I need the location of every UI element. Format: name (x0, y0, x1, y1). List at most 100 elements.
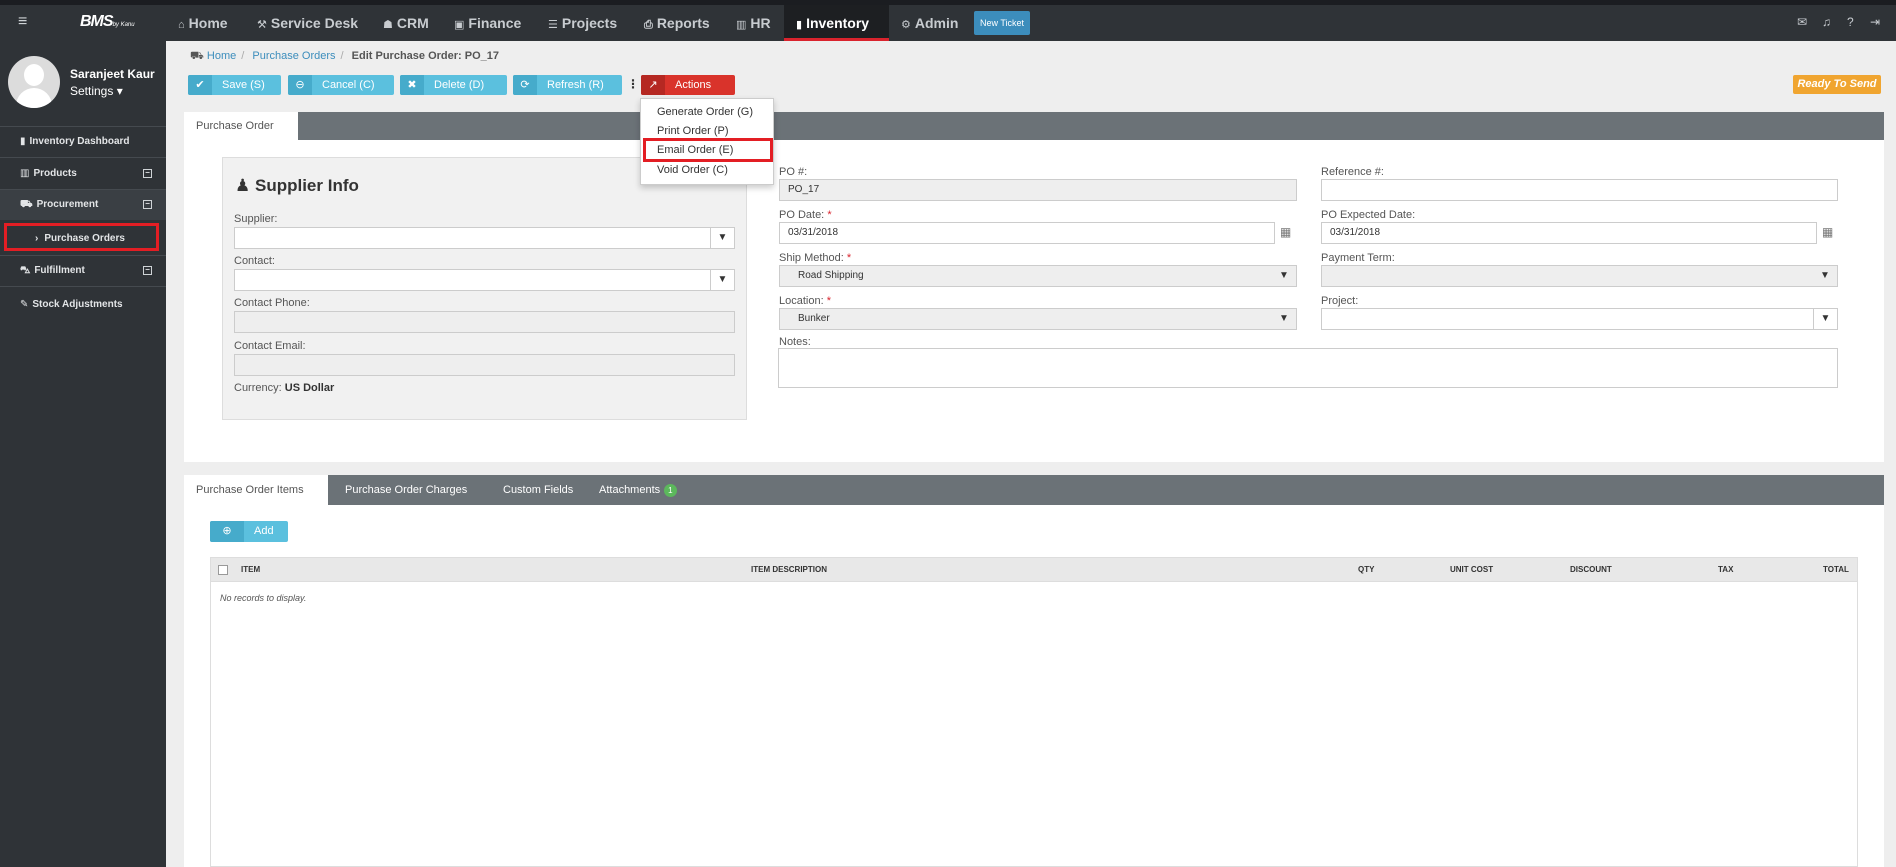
currency-label: Currency: (234, 382, 282, 394)
tab-purchase-order-charges[interactable]: Purchase Order Charges (333, 475, 479, 505)
add-label: Add (254, 525, 274, 537)
nav-label: Home (188, 15, 228, 31)
sidebar: Saranjeet Kaur Settings ▾ ▮ Inventory Das… (0, 41, 166, 867)
nav-label: HR (750, 15, 771, 31)
sidebar-item-fulfillment[interactable]: ⛍ Fulfillment − (0, 256, 166, 286)
hamburger-menu-icon[interactable]: ≡ (18, 13, 27, 31)
breadcrumb-home[interactable]: Home (207, 50, 236, 62)
column-header-item-description[interactable]: ITEM DESCRIPTION (751, 558, 827, 582)
nav-label: Service Desk (270, 15, 359, 31)
tab-custom-fields[interactable]: Custom Fields (491, 475, 585, 505)
chevron-down-icon[interactable]: ▼ (1272, 309, 1296, 329)
nav-crm[interactable]: ☗ CRM (383, 5, 429, 41)
ship-method-value: Road Shipping (798, 270, 864, 281)
chevron-down-icon[interactable]: ▼ (1813, 309, 1837, 329)
collapse-toggle-icon[interactable]: − (143, 266, 152, 275)
column-header-item[interactable]: ITEM (241, 558, 260, 582)
bell-icon[interactable]: ♫ (1822, 15, 1831, 29)
collapse-toggle-icon[interactable]: − (143, 169, 152, 178)
menu-item-generate-order[interactable]: Generate Order (G) (641, 103, 775, 121)
plus-circle-icon: ⊕ (210, 521, 244, 542)
sidebar-item-inventory-dashboard[interactable]: ▮ Inventory Dashboard (0, 127, 166, 157)
column-header-qty[interactable]: QTY (1358, 558, 1374, 582)
nav-inventory[interactable]: ▮ Inventory (784, 5, 889, 41)
column-header-total[interactable]: TOTAL (1823, 558, 1849, 582)
breadcrumb-home-icon: ⛟ (190, 50, 204, 62)
tab-purchase-order[interactable]: Purchase Order (184, 112, 298, 140)
check-icon: ✔ (188, 75, 212, 95)
calendar-icon[interactable]: ▦ (1280, 225, 1291, 239)
project-select[interactable]: ▼ (1321, 308, 1838, 330)
supplier-label: Supplier: (234, 213, 278, 225)
sidebar-item-stock-adjustments[interactable]: ✎ Stock Adjustments (0, 290, 166, 320)
sidebar-item-products[interactable]: ▥ Products − (0, 159, 166, 189)
chevron-down-icon[interactable]: ▼ (710, 270, 734, 290)
breadcrumb: ⛟ Home / Purchase Orders / Edit Purchase O… (190, 50, 499, 64)
tab-attachments-label: Attachments (599, 484, 661, 496)
breadcrumb-separator: / (340, 50, 344, 62)
sidebar-item-label: Stock Adjustments (32, 299, 123, 310)
more-vertical-icon[interactable]: ⋮ (627, 77, 639, 91)
notes-textarea[interactable] (778, 348, 1838, 388)
column-header-unit-cost[interactable]: UNIT COST (1450, 558, 1493, 582)
menu-item-email-order[interactable]: Email Order (E) (643, 138, 773, 162)
chevron-down-icon[interactable]: ▼ (1813, 266, 1837, 286)
avatar[interactable] (8, 56, 60, 108)
expected-date-input[interactable]: 03/31/2018 (1321, 222, 1817, 244)
app-logo[interactable]: BMSby Kanu (80, 13, 135, 31)
ship-method-select[interactable]: Road Shipping ▼ (779, 265, 1297, 287)
select-all-checkbox[interactable] (218, 565, 228, 575)
chevron-down-icon[interactable]: ▼ (1272, 266, 1296, 286)
user-icon: ♟ (235, 176, 251, 195)
collapse-toggle-icon[interactable]: − (143, 200, 152, 209)
nav-home[interactable]: ⌂ Home (178, 5, 228, 41)
notes-label: Notes: (779, 336, 811, 348)
payment-term-label: Payment Term: (1321, 252, 1395, 264)
reference-input[interactable] (1321, 179, 1838, 201)
user-settings-dropdown[interactable]: Settings ▾ (70, 84, 123, 98)
column-header-discount[interactable]: DISCOUNT (1570, 558, 1612, 582)
column-header-tax[interactable]: TAX (1718, 558, 1733, 582)
ship-method-label: Ship Method: * (779, 252, 851, 264)
location-select[interactable]: Bunker ▼ (779, 308, 1297, 330)
po-date-label-text: PO Date: (779, 209, 825, 221)
tab-attachments[interactable]: Attachments 1 (587, 475, 689, 505)
tab-purchase-order-items[interactable]: Purchase Order Items (184, 475, 328, 505)
add-item-button[interactable]: ⊕ Add (210, 521, 288, 542)
logout-icon[interactable]: ⇥ (1870, 15, 1880, 29)
nav-projects[interactable]: ☰ Projects (548, 5, 617, 41)
menu-item-void-order[interactable]: Void Order (C) (641, 161, 775, 179)
calendar-icon[interactable]: ▦ (1822, 225, 1833, 239)
items-tab-strip: Purchase Order Items Purchase Order Char… (184, 475, 1884, 505)
products-icon: ▥ (20, 168, 30, 179)
help-icon[interactable]: ? (1847, 15, 1854, 29)
contact-select[interactable]: ▼ (234, 269, 735, 291)
delete-button[interactable]: ✖ Delete (D) (400, 75, 507, 95)
breadcrumb-purchase-orders[interactable]: Purchase Orders (252, 50, 335, 62)
contact-phone-label: Contact Phone: (234, 297, 310, 309)
mail-icon[interactable]: ✉ (1797, 15, 1807, 29)
nav-service-desk[interactable]: ⚒ Service Desk (257, 5, 358, 41)
form-tab-strip: Purchase Order (184, 112, 1884, 140)
new-ticket-button[interactable]: New Ticket (974, 11, 1031, 35)
supplier-select[interactable]: ▼ (234, 227, 735, 249)
refresh-label: Refresh (R) (547, 79, 604, 91)
share-icon: ↗ (641, 75, 665, 95)
refresh-button[interactable]: ⟳ Refresh (R) (513, 75, 622, 95)
nav-finance[interactable]: ▣ Finance (454, 5, 521, 41)
actions-label: Actions (675, 79, 712, 91)
po-number-field: PO_17 (779, 179, 1297, 201)
refresh-icon: ⟳ (513, 75, 537, 95)
cancel-button[interactable]: ⊖ Cancel (C) (288, 75, 394, 95)
nav-reports[interactable]: ⎙ Reports (644, 5, 710, 41)
payment-term-select[interactable]: ▼ (1321, 265, 1838, 287)
save-button[interactable]: ✔ Save (S) (188, 75, 281, 95)
po-date-input[interactable]: 03/31/2018 (779, 222, 1275, 244)
wrench-icon: ✎ (20, 299, 29, 310)
chevron-down-icon[interactable]: ▼ (710, 228, 734, 248)
sidebar-item-procurement[interactable]: ⛟ Procurement − (0, 190, 166, 220)
nav-admin[interactable]: ⚙ Admin (901, 5, 958, 41)
actions-button[interactable]: ↗ Actions (641, 75, 735, 95)
nav-hr[interactable]: ▥ HR (736, 5, 771, 41)
sidebar-item-purchase-orders[interactable]: › Purchase Orders (4, 223, 159, 251)
